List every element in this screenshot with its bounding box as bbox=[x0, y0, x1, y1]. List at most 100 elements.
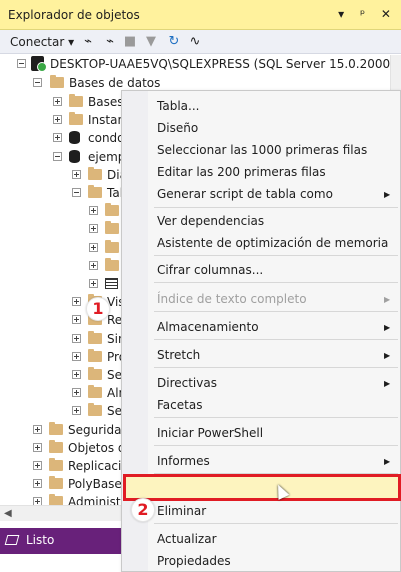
database-icon bbox=[69, 131, 80, 145]
tree-node-label: ejemp bbox=[88, 149, 126, 164]
menu-separator bbox=[154, 339, 398, 340]
menu-item[interactable]: Diseño bbox=[157, 117, 198, 139]
expand-toggle-icon[interactable] bbox=[72, 351, 81, 361]
expand-toggle-icon[interactable] bbox=[72, 406, 81, 416]
tree-node-label: Replicació bbox=[68, 459, 129, 473]
folder-icon bbox=[105, 221, 119, 235]
menu-item: Índice de texto completo bbox=[157, 292, 307, 306]
status-icon bbox=[4, 535, 20, 545]
expand-toggle-icon[interactable] bbox=[89, 279, 98, 288]
expand-toggle-icon[interactable] bbox=[72, 297, 81, 307]
menu-separator bbox=[154, 523, 398, 524]
refresh-icon[interactable]: ↻ bbox=[166, 34, 182, 50]
expand-toggle-icon[interactable] bbox=[53, 97, 62, 106]
expand-toggle-icon[interactable] bbox=[33, 442, 42, 452]
filter-icon[interactable]: ▼ bbox=[143, 34, 159, 50]
menu-separator bbox=[154, 367, 398, 368]
server-connected-icon bbox=[31, 56, 47, 72]
folder-icon bbox=[88, 348, 102, 362]
menu-item[interactable]: Facetas bbox=[157, 394, 202, 416]
menu-separator bbox=[154, 282, 398, 283]
table-icon bbox=[105, 278, 118, 289]
menu-separator bbox=[154, 417, 398, 418]
expand-toggle-icon[interactable] bbox=[89, 242, 98, 252]
folder-icon bbox=[88, 330, 102, 344]
activity-monitor-icon[interactable]: ∿ bbox=[187, 34, 203, 50]
menu-item[interactable]: Directivas bbox=[157, 372, 217, 394]
menu-item[interactable]: Generar script de tabla como bbox=[157, 183, 333, 205]
object-explorer-toolbar: Conectar ▾ ⌁ ⌁ ■ ▼ ↻ ∿ bbox=[0, 30, 401, 54]
folder-icon bbox=[49, 458, 63, 471]
submenu-arrow-icon: ▶ bbox=[384, 295, 391, 304]
tree-node-server[interactable]: DESKTOP-UAAE5VQ\SQLEXPRESS (SQL Server 1… bbox=[0, 55, 390, 73]
folder-icon bbox=[88, 385, 102, 399]
collapse-toggle-icon[interactable] bbox=[72, 188, 81, 197]
expand-toggle-icon[interactable] bbox=[53, 115, 62, 125]
annotation-step-2-badge: 2 bbox=[131, 498, 155, 522]
connect-button[interactable]: Conectar ▾ bbox=[10, 35, 74, 49]
menu-item[interactable]: Propiedades bbox=[157, 550, 231, 572]
menu-item[interactable]: Eliminar bbox=[157, 500, 206, 522]
collapse-toggle-icon[interactable] bbox=[53, 151, 62, 161]
database-icon bbox=[69, 149, 80, 163]
tree-node-label: condo bbox=[88, 131, 125, 146]
expand-toggle-icon[interactable] bbox=[72, 370, 81, 379]
expand-toggle-icon[interactable] bbox=[33, 461, 42, 470]
collapse-toggle-icon[interactable] bbox=[17, 59, 26, 68]
folder-icon bbox=[88, 367, 102, 380]
tree-node-label: Seguridad bbox=[68, 422, 130, 437]
stop-icon[interactable]: ■ bbox=[122, 34, 138, 50]
tree-node-label: Bases bbox=[88, 95, 124, 109]
panel-title: Explorador de objetos bbox=[8, 8, 140, 22]
folder-icon bbox=[105, 239, 119, 253]
panel-window-buttons[interactable]: ▾ ᵖ ✕ bbox=[338, 7, 397, 21]
folder-icon bbox=[105, 257, 119, 271]
expand-toggle-icon[interactable] bbox=[89, 224, 98, 234]
expand-toggle-icon[interactable] bbox=[53, 133, 62, 143]
expand-toggle-icon[interactable] bbox=[72, 315, 81, 325]
menu-item[interactable]: Ver dependencias bbox=[157, 210, 264, 232]
menu-item[interactable]: Almacenamiento bbox=[157, 316, 259, 338]
menu-item[interactable]: Cifrar columnas... bbox=[157, 259, 263, 281]
status-text: Listo bbox=[26, 533, 55, 547]
menu-item[interactable]: Actualizar bbox=[157, 528, 217, 550]
folder-icon bbox=[88, 166, 102, 180]
menu-item[interactable]: Stretch bbox=[157, 344, 200, 366]
menu-item[interactable]: Seleccionar las 1000 primeras filas bbox=[157, 139, 367, 161]
submenu-arrow-icon: ▶ bbox=[384, 190, 391, 199]
expand-toggle-icon[interactable] bbox=[89, 206, 98, 216]
expand-toggle-icon[interactable] bbox=[89, 260, 98, 270]
expand-toggle-icon[interactable] bbox=[72, 333, 81, 343]
connect-plug-icon[interactable]: ⌁ bbox=[80, 34, 96, 50]
menu-item[interactable]: Tabla... bbox=[157, 95, 199, 117]
disconnect-plug-icon[interactable]: ⌁ bbox=[102, 34, 118, 50]
submenu-arrow-icon: ▶ bbox=[384, 351, 391, 360]
expand-toggle-icon[interactable] bbox=[72, 388, 81, 398]
tree-node-label: PolyBase bbox=[68, 477, 122, 492]
expand-toggle-icon[interactable] bbox=[33, 479, 42, 489]
menu-separator bbox=[154, 255, 398, 256]
folder-icon bbox=[69, 94, 83, 107]
expand-toggle-icon[interactable] bbox=[72, 169, 81, 179]
folder-icon bbox=[69, 112, 83, 126]
menu-separator bbox=[154, 207, 398, 208]
menu-item[interactable]: Informes bbox=[157, 450, 210, 472]
scroll-left-icon[interactable]: ◀ bbox=[4, 508, 12, 519]
menu-separator bbox=[154, 445, 398, 446]
folder-icon bbox=[105, 203, 119, 217]
collapse-toggle-icon[interactable] bbox=[33, 78, 42, 87]
menu-separator bbox=[154, 311, 398, 312]
annotation-step-1-badge: 1 bbox=[86, 297, 110, 321]
folder-icon bbox=[88, 403, 102, 417]
folder-icon bbox=[50, 75, 64, 88]
tree-node-label: Objetos d bbox=[68, 440, 126, 455]
folder-icon bbox=[49, 439, 63, 453]
folder-icon bbox=[49, 421, 63, 435]
tree-node-label: Re bbox=[107, 313, 123, 328]
menu-item[interactable]: Asistente de optimización de memoria bbox=[157, 232, 388, 254]
submenu-arrow-icon: ▶ bbox=[384, 457, 391, 466]
menu-item[interactable]: Editar las 200 primeras filas bbox=[157, 161, 326, 183]
menu-item[interactable]: Iniciar PowerShell bbox=[157, 422, 263, 444]
expand-toggle-icon[interactable] bbox=[33, 424, 42, 434]
object-explorer-titlebar: Explorador de objetos ▾ ᵖ ✕ bbox=[0, 0, 401, 30]
